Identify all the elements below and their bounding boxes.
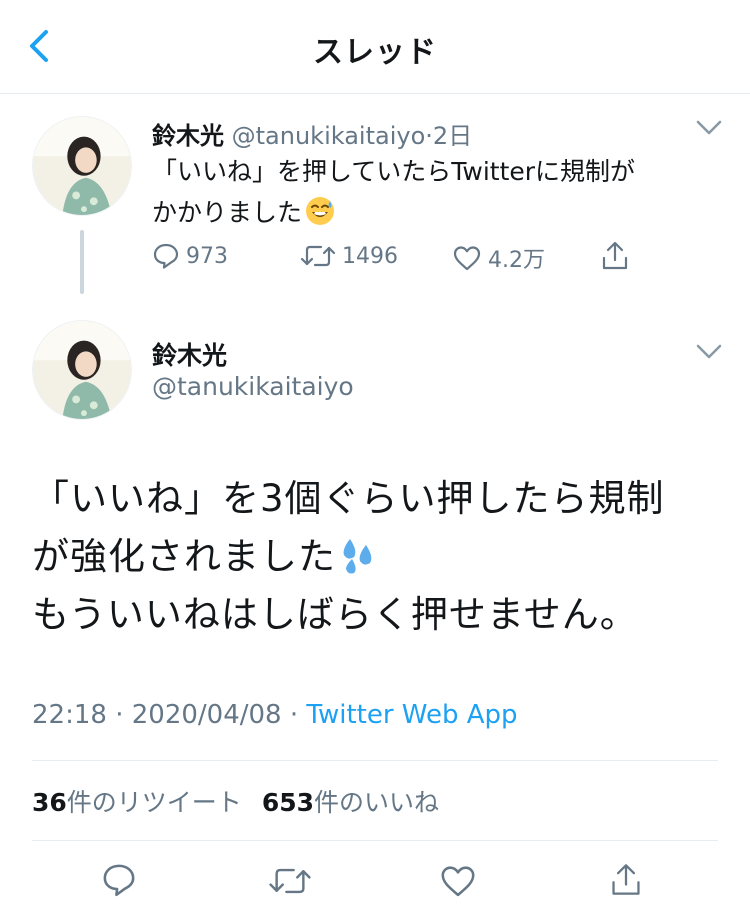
chevron-down-icon — [696, 344, 722, 359]
reply-count: 973 — [186, 243, 228, 269]
tweet-options-button[interactable] — [694, 342, 724, 362]
retweet-button[interactable] — [268, 864, 312, 898]
like-total-label: 件のいいね — [314, 788, 440, 817]
author-handle[interactable]: @tanukikaitaiyo — [232, 122, 426, 150]
main-tweet-line: 「いいね」を3個ぐらい押したら規制 — [32, 477, 665, 520]
main-tweet-line-text: が強化されました — [32, 535, 336, 578]
avatar[interactable] — [32, 320, 132, 420]
likes-stat[interactable]: 653件のいいね — [262, 788, 439, 817]
main-tweet-line: が強化されました — [32, 528, 732, 586]
reply-icon — [153, 243, 179, 269]
like-count: 4.2万 — [488, 248, 545, 273]
share-icon — [602, 241, 628, 270]
retweet-total-label: 件のリツイート — [66, 788, 242, 817]
meta-separator: · — [115, 700, 124, 730]
author-name[interactable]: 鈴木光 — [152, 122, 224, 150]
reply-button[interactable]: 973 — [152, 242, 228, 270]
heart-icon — [453, 246, 481, 271]
top-bar: スレッド — [0, 0, 750, 94]
parent-tweet-line: かかりました — [152, 192, 712, 233]
main-tweet-line: もういいねはしばらく押せません。 — [32, 593, 638, 636]
like-button[interactable] — [439, 863, 477, 899]
retweet-icon — [300, 245, 336, 267]
like-button[interactable]: 4.2万 — [452, 242, 545, 274]
heart-icon — [441, 866, 475, 897]
tweet-time: 22:18 — [32, 700, 107, 730]
divider — [32, 760, 718, 761]
retweet-total: 36 — [32, 788, 67, 817]
share-button[interactable] — [609, 861, 643, 899]
parent-tweet-line-text: かかりました — [152, 198, 303, 227]
sweat-droplets-icon — [343, 539, 372, 574]
meta-separator: · — [425, 122, 433, 150]
retweet-button[interactable]: 1496 — [300, 242, 398, 270]
avatar[interactable] — [32, 116, 132, 216]
reply-icon — [103, 864, 135, 897]
parent-tweet-header: 鈴木光 @tanukikaitaiyo·2日 — [152, 116, 472, 151]
share-icon — [612, 864, 640, 895]
engagement-stats: 36件のリツイート 653件のいいね — [32, 783, 439, 819]
tweet-date: 2020/04/08 — [131, 700, 282, 730]
retweet-icon — [269, 868, 311, 894]
share-button[interactable] — [600, 240, 630, 272]
retweet-count: 1496 — [342, 243, 398, 269]
sweat-smile-emoji-icon — [306, 197, 335, 225]
tweet-meta: 22:18 · 2020/04/08 · Twitter Web App — [32, 700, 518, 730]
author-handle[interactable]: @tanukikaitaiyo — [152, 372, 354, 401]
tweet-time[interactable]: 2日 — [433, 122, 472, 150]
divider — [32, 840, 718, 841]
page-title: スレッド — [313, 35, 437, 70]
meta-separator: · — [289, 700, 299, 730]
tweet-source-link[interactable]: Twitter Web App — [306, 700, 517, 730]
tweet-options-button[interactable] — [694, 118, 724, 138]
reply-button[interactable] — [101, 862, 137, 898]
main-tweet-text: 「いいね」を3個ぐらい押したら規制 が強化されました もういいねはしばらく押せま… — [32, 470, 732, 644]
parent-tweet-text: 「いいね」を押していたらTwitterに規制が かかりました — [152, 151, 712, 233]
like-total: 653 — [261, 788, 314, 817]
author-name[interactable]: 鈴木光 — [152, 336, 227, 372]
chevron-down-icon — [696, 120, 722, 135]
thread-connector-line — [80, 230, 84, 294]
retweets-stat[interactable]: 36件のリツイート — [32, 788, 242, 817]
parent-tweet-line: 「いいね」を押していたらTwitterに規制が — [152, 157, 636, 186]
